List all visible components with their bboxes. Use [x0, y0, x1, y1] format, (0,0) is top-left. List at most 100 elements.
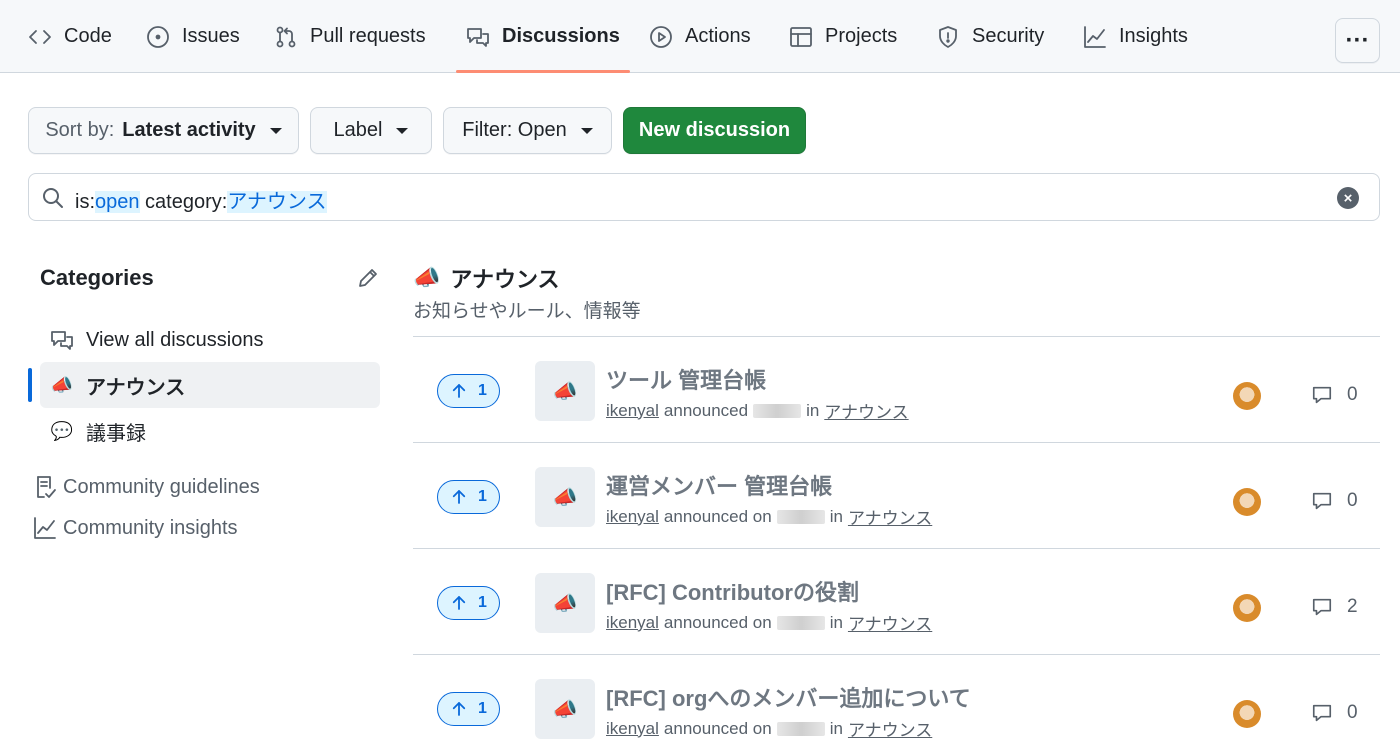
- category-title: アナウンス: [450, 267, 560, 292]
- author-link[interactable]: ikenyal: [606, 719, 659, 739]
- link-label: Community insights: [63, 516, 238, 539]
- categories-heading: Categories: [40, 265, 154, 290]
- query-highlight: open: [95, 191, 140, 213]
- comment-count[interactable]: 0: [1311, 384, 1358, 406]
- tab-issues[interactable]: Issues: [146, 0, 240, 73]
- category-link[interactable]: アナウンス: [848, 610, 932, 635]
- link-label: Community guidelines: [63, 475, 260, 498]
- filter-dropdown[interactable]: Filter: Open: [443, 107, 612, 154]
- redacted-date: [753, 403, 802, 418]
- redacted-date: [776, 509, 825, 524]
- pencil-icon[interactable]: [356, 266, 380, 290]
- discussion-title[interactable]: ツール 管理台帳: [606, 363, 766, 395]
- avatar[interactable]: [1233, 382, 1261, 410]
- label-button-text: Label: [333, 119, 383, 141]
- upvote-button[interactable]: 1: [437, 586, 500, 620]
- search-icon: [43, 188, 63, 208]
- tab-actions[interactable]: Actions: [649, 0, 751, 73]
- tab-label: Projects: [825, 25, 898, 47]
- comment-number: 0: [1347, 384, 1358, 405]
- avatar[interactable]: [1233, 700, 1261, 728]
- category-link[interactable]: アナウンス: [848, 716, 932, 741]
- graph-icon: [1084, 25, 1106, 48]
- meta-prep: in: [829, 506, 843, 526]
- sort-prefix: Sort by:: [45, 119, 115, 141]
- discussion-title[interactable]: [RFC] Contributorの役割: [606, 575, 859, 607]
- vote-count: 1: [478, 594, 487, 611]
- play-icon: [650, 25, 672, 48]
- issue-circle-icon: [147, 25, 169, 48]
- comment-number: 0: [1347, 490, 1358, 511]
- tab-label: Code: [64, 25, 112, 47]
- caret-down-icon: [580, 127, 593, 134]
- discussion-list: 1 📣 ツール 管理台帳 ikenyal announced in アナウンス …: [413, 336, 1380, 753]
- tab-label: Insights: [1119, 25, 1188, 47]
- avatar[interactable]: [1233, 488, 1261, 516]
- sidebar-item-label: View all discussions: [86, 328, 264, 351]
- author-link[interactable]: ikenyal: [606, 507, 659, 527]
- guidelines-icon: [37, 476, 56, 498]
- pull-request-icon: [276, 26, 296, 47]
- tab-code[interactable]: Code: [28, 0, 112, 73]
- upvote-button[interactable]: 1: [437, 692, 500, 726]
- vote-count: 1: [478, 700, 487, 717]
- comment-icon: [1312, 598, 1332, 616]
- sidebar-item-view-all[interactable]: View all discussions: [40, 317, 380, 363]
- repo-nav: Code Issues Pull requests Discussions Ac…: [0, 0, 1400, 73]
- filter-button-text: Filter: Open: [462, 119, 567, 141]
- tab-projects[interactable]: Projects: [789, 0, 897, 73]
- discussion-meta: ikenyal announced in アナウンス: [606, 398, 909, 423]
- discussions-icon: [467, 27, 489, 47]
- tab-insights[interactable]: Insights: [1083, 0, 1188, 73]
- sort-dropdown[interactable]: Sort by: Latest activity: [28, 107, 299, 154]
- community-insights-link[interactable]: Community insights: [33, 516, 238, 540]
- discussion-title[interactable]: 運営メンバー 管理台帳: [606, 469, 832, 501]
- clear-search-icon[interactable]: ×: [1337, 187, 1359, 209]
- avatar[interactable]: [1233, 594, 1261, 622]
- more-options-button[interactable]: ···: [1335, 18, 1380, 63]
- author-link[interactable]: ikenyal: [606, 613, 659, 633]
- tab-security[interactable]: Security: [936, 0, 1044, 73]
- label-dropdown[interactable]: Label: [310, 107, 432, 154]
- arrow-up-icon: [452, 384, 466, 398]
- sidebar-item-minutes[interactable]: 💬 議事録: [40, 408, 380, 454]
- kebab-icon: ···: [1345, 26, 1370, 54]
- community-guidelines-link[interactable]: Community guidelines: [33, 475, 260, 499]
- redacted-date: [776, 721, 825, 736]
- tab-pull-requests[interactable]: Pull requests: [274, 0, 426, 73]
- upvote-button[interactable]: 1: [437, 374, 500, 408]
- comment-count[interactable]: 2: [1311, 596, 1358, 618]
- new-discussion-button[interactable]: New discussion: [623, 107, 806, 154]
- sidebar-item-announcements[interactable]: 📣 アナウンス: [40, 362, 380, 408]
- search-input[interactable]: is:open category:アナウンス ×: [28, 173, 1380, 221]
- comment-icon: [1312, 386, 1332, 404]
- discussion-title[interactable]: [RFC] orgへのメンバー追加について: [606, 681, 971, 713]
- graph-icon: [34, 517, 56, 539]
- upvote-button[interactable]: 1: [437, 480, 500, 514]
- category-description: お知らせやルール、情報等: [413, 301, 641, 322]
- meta-verb: announced on: [663, 612, 772, 632]
- author-link[interactable]: ikenyal: [606, 401, 659, 421]
- tab-discussions[interactable]: Discussions: [456, 0, 630, 73]
- meta-verb: announced: [663, 400, 749, 420]
- meta-prep: in: [829, 718, 843, 738]
- vote-count: 1: [478, 488, 487, 505]
- caret-down-icon: [396, 127, 409, 134]
- query-highlight: アナウンス: [227, 191, 327, 213]
- comment-count[interactable]: 0: [1311, 702, 1358, 724]
- comment-icon: [1312, 492, 1332, 510]
- meta-verb: announced on: [663, 718, 772, 738]
- comment-count[interactable]: 0: [1311, 490, 1358, 512]
- code-icon: [29, 29, 51, 44]
- meta-prep: in: [829, 612, 843, 632]
- category-link[interactable]: アナウンス: [824, 398, 908, 423]
- redacted-date: [776, 615, 825, 630]
- category-link[interactable]: アナウンス: [848, 504, 932, 529]
- tab-label: Actions: [685, 25, 751, 47]
- megaphone-icon: 📣: [535, 573, 595, 633]
- meta-prep: in: [806, 400, 820, 420]
- tab-label: Pull requests: [310, 25, 426, 47]
- discussion-row: 1 📣 ツール 管理台帳 ikenyal announced in アナウンス …: [413, 337, 1380, 443]
- active-indicator: [28, 368, 32, 402]
- tab-label: Issues: [182, 25, 240, 47]
